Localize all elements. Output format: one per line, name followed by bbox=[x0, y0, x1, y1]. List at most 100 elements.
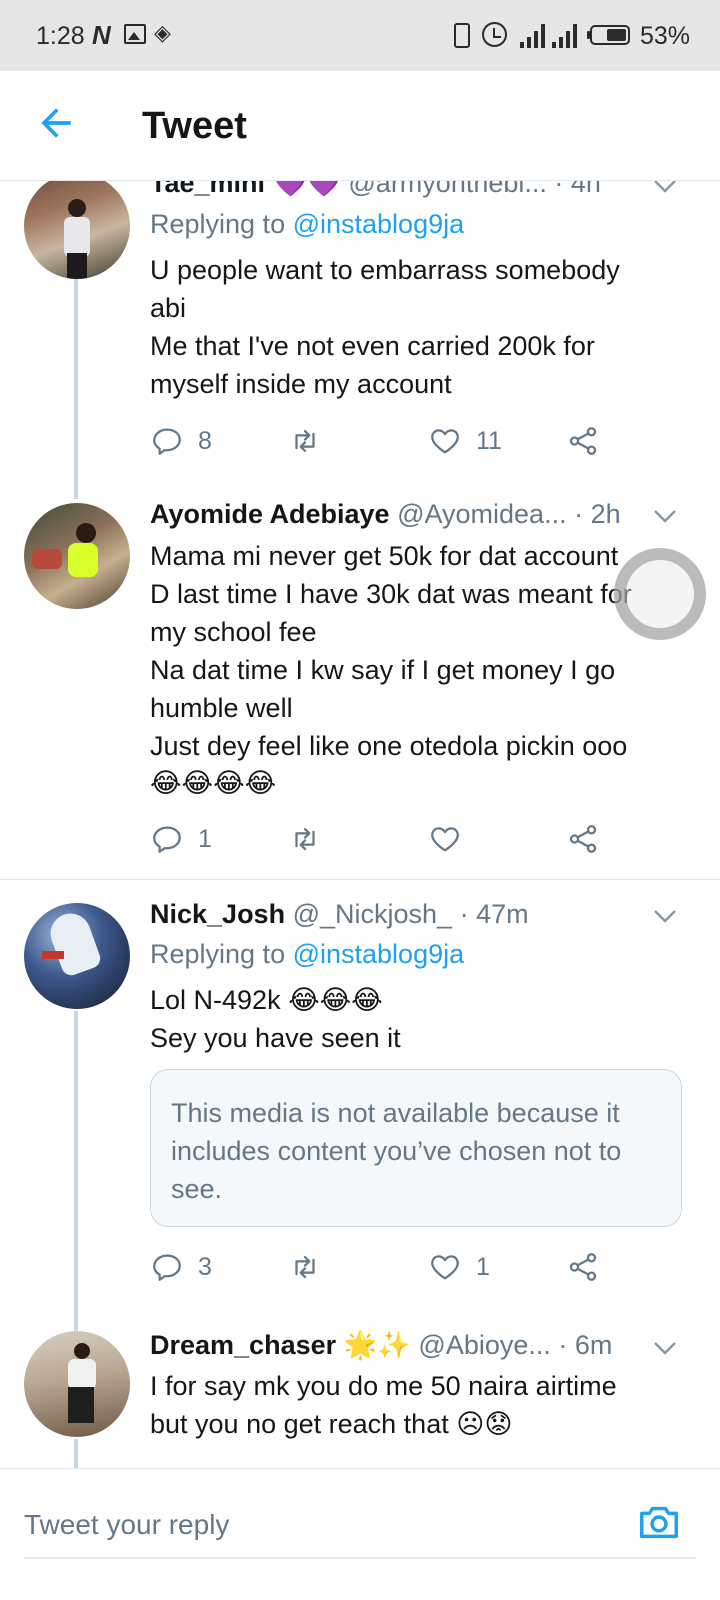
arrow-left-icon[interactable] bbox=[34, 101, 78, 145]
reply-icon bbox=[153, 1254, 181, 1281]
reply-button[interactable]: 3 bbox=[150, 1247, 212, 1287]
tweet-text: Mama mi never get 50k for dat account D … bbox=[150, 537, 680, 803]
user-handle[interactable]: @_Nickjosh_ bbox=[293, 899, 452, 929]
user-handle[interactable]: @armyonthebl... bbox=[348, 181, 547, 198]
user-handle[interactable]: @Ayomidea... bbox=[397, 499, 567, 529]
mention-link[interactable]: @instablog9ja bbox=[293, 209, 465, 239]
reply-bar bbox=[0, 1468, 720, 1600]
tweet-text: U people want to embarrass somebody abi … bbox=[150, 251, 680, 403]
tweet-time: · 4h bbox=[554, 181, 601, 198]
tweet-actions: 1 bbox=[150, 819, 630, 859]
display-name[interactable]: Tae_mini bbox=[150, 181, 265, 198]
tweet-item[interactable]: Ayomide Adebiaye @Ayomidea... · 2h Mama … bbox=[0, 499, 720, 879]
tweet-actions: 8 11 bbox=[150, 421, 630, 461]
divider bbox=[0, 879, 720, 880]
text-line: U people want to embarrass somebody bbox=[150, 255, 620, 285]
text-line: humble well bbox=[150, 693, 293, 723]
share-icon bbox=[569, 427, 597, 455]
reply-count: 8 bbox=[198, 426, 212, 455]
avatar[interactable] bbox=[24, 903, 130, 1009]
tweet-time: · 6m bbox=[558, 1330, 613, 1360]
tweet-text: I for say mk you do me 50 naira airtime … bbox=[150, 1367, 680, 1443]
text-line: 😂😂😂😂 bbox=[150, 768, 277, 799]
name-emoji: ’💜💜 bbox=[265, 181, 341, 199]
like-button[interactable]: 11 bbox=[428, 421, 502, 461]
avatar[interactable] bbox=[24, 1331, 130, 1437]
camera-icon[interactable] bbox=[636, 1499, 682, 1545]
tweet-time: · 47m bbox=[459, 899, 529, 929]
tweet-item[interactable]: Nick_Josh @_Nickjosh_ · 47m Replying to … bbox=[0, 899, 720, 1319]
tweet-header: Ayomide Adebiaye @Ayomidea... · 2h bbox=[150, 499, 694, 537]
reply-underline bbox=[24, 1557, 696, 1559]
tweet-actions: 3 1 bbox=[150, 1247, 630, 1287]
retweet-button[interactable] bbox=[288, 819, 336, 859]
touch-indicator bbox=[614, 548, 706, 640]
replies-feed[interactable]: Tae_mini’💜💜 @armyonthebl... · 4h Replyin… bbox=[0, 181, 720, 1468]
netflix-notification-icon: N bbox=[92, 20, 111, 50]
app-header: Tweet bbox=[0, 71, 720, 181]
reply-count: 3 bbox=[198, 1252, 212, 1281]
retweet-button[interactable] bbox=[288, 421, 336, 461]
battery-icon bbox=[587, 25, 630, 45]
signal-icon-2 bbox=[552, 22, 582, 48]
battery-percent: 53% bbox=[640, 22, 691, 50]
chevron-down-icon[interactable] bbox=[650, 501, 680, 531]
like-button[interactable] bbox=[428, 819, 476, 859]
share-button[interactable] bbox=[566, 1247, 600, 1287]
tweet-text: Lol N-492k 😂😂😂 Sey you have seen it bbox=[150, 981, 680, 1057]
vibrate-icon bbox=[454, 23, 470, 48]
heart-icon bbox=[431, 1255, 459, 1280]
reply-button[interactable]: 1 bbox=[150, 819, 212, 859]
like-count: 11 bbox=[476, 426, 502, 455]
replying-prefix: Replying to bbox=[150, 209, 293, 239]
reply-icon bbox=[153, 428, 181, 455]
avatar[interactable] bbox=[24, 181, 130, 279]
battery-level bbox=[606, 29, 626, 41]
display-name[interactable]: Nick_Josh bbox=[150, 899, 285, 929]
replying-to: Replying to @instablog9ja bbox=[150, 939, 464, 970]
signal-icon bbox=[520, 22, 550, 48]
like-count: 1 bbox=[476, 1252, 490, 1281]
display-name[interactable]: Ayomide Adebiaye bbox=[150, 499, 390, 529]
tweet-header: Dream_chaser 🌟✨ @Abioye... · 6m bbox=[150, 1329, 694, 1367]
reply-count: 1 bbox=[198, 824, 212, 853]
text-line: D last time I have 30k dat was meant for bbox=[150, 579, 632, 609]
text-line: I for say mk you do me 50 naira airtime bbox=[150, 1371, 617, 1401]
status-bar: 1:28 N ◈ 53% bbox=[0, 0, 720, 71]
display-name[interactable]: Dream_chaser bbox=[150, 1330, 336, 1360]
like-button[interactable]: 1 bbox=[428, 1247, 490, 1287]
alarm-icon bbox=[482, 22, 507, 47]
tweet-time: · 2h bbox=[574, 499, 621, 529]
share-icon bbox=[569, 1253, 597, 1281]
tweet-header: Tae_mini’💜💜 @armyonthebl... · 4h bbox=[150, 181, 694, 205]
text-line: but you no get reach that ☹😟 bbox=[150, 1409, 513, 1439]
replying-to: Replying to @instablog9ja bbox=[150, 209, 464, 240]
tweet-item[interactable]: Tae_mini’💜💜 @armyonthebl... · 4h Replyin… bbox=[0, 181, 720, 511]
text-line: Na dat time I kw say if I get money I go bbox=[150, 655, 616, 685]
share-button[interactable] bbox=[566, 819, 600, 859]
avatar[interactable] bbox=[24, 503, 130, 609]
chevron-down-icon[interactable] bbox=[650, 1333, 680, 1363]
media-unavailable-notice[interactable]: This media is not available because it i… bbox=[150, 1069, 682, 1227]
text-line: myself inside my account bbox=[150, 369, 452, 399]
status-time: 1:28 bbox=[36, 22, 85, 50]
reply-button[interactable]: 8 bbox=[150, 421, 212, 461]
text-line: my school fee bbox=[150, 617, 317, 647]
name-emoji: 🌟✨ bbox=[343, 1330, 411, 1361]
user-handle[interactable]: @Abioye... bbox=[418, 1330, 550, 1360]
chevron-down-icon[interactable] bbox=[650, 181, 680, 201]
tweet-item[interactable]: Dream_chaser 🌟✨ @Abioye... · 6m I for sa… bbox=[0, 1329, 720, 1468]
gallery-notification-icon bbox=[124, 24, 146, 44]
mention-link[interactable]: @instablog9ja bbox=[293, 939, 465, 969]
reply-icon bbox=[153, 826, 181, 853]
tweet-header: Nick_Josh @_Nickjosh_ · 47m bbox=[150, 899, 694, 937]
chevron-down-icon[interactable] bbox=[650, 901, 680, 931]
page-title: Tweet bbox=[142, 105, 247, 147]
text-line: Me that I've not even carried 200k for bbox=[150, 331, 595, 361]
text-line: Just dey feel like one otedola pickin oo… bbox=[150, 731, 628, 761]
retweet-button[interactable] bbox=[288, 1247, 336, 1287]
retweet-icon bbox=[295, 429, 315, 453]
retweet-icon bbox=[295, 827, 315, 851]
reply-input[interactable] bbox=[24, 1503, 584, 1547]
share-button[interactable] bbox=[566, 421, 600, 461]
